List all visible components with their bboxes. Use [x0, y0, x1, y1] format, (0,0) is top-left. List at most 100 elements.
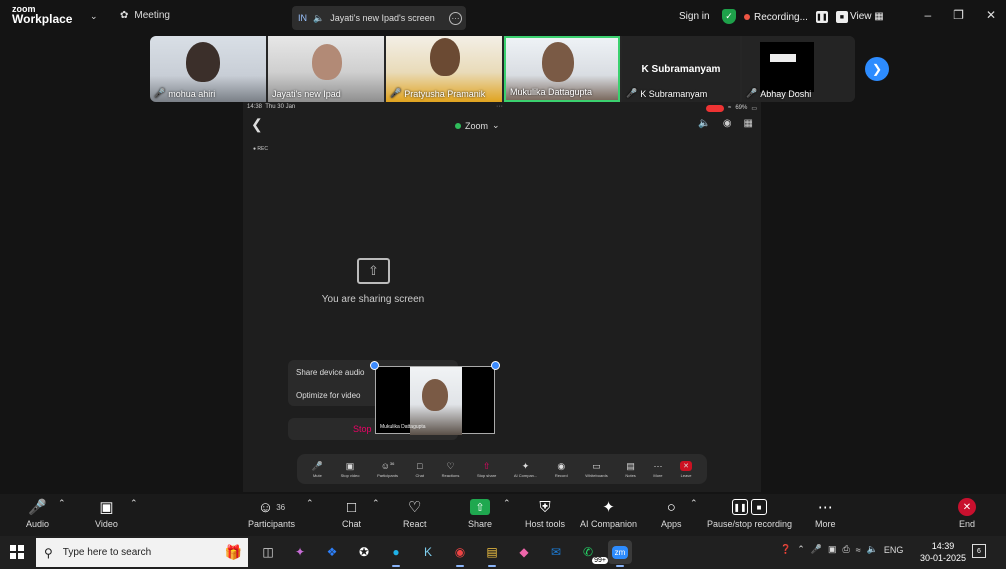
resize-handle[interactable]	[491, 361, 500, 370]
outlook-icon[interactable]: ✉	[544, 540, 568, 564]
zoom-status-label[interactable]: Zoom ⌄	[455, 120, 500, 131]
apps-options-chevron-icon[interactable]: ⌃	[690, 498, 698, 509]
notification-center-icon[interactable]: 6	[972, 544, 986, 558]
host-tools-button[interactable]: ⛨ Host tools	[525, 498, 565, 530]
mic-off-icon: 🎤	[746, 88, 758, 98]
participant-tile[interactable]: 🎤 mohua ahiri	[150, 36, 266, 102]
video-options-chevron-icon[interactable]: ⌃	[130, 498, 138, 509]
system-tray: ❓ ⌃ 🎤 ▣ ⎙ ≈ 🔈 ENG	[780, 544, 903, 555]
apps-button[interactable]: ○ Apps	[661, 498, 682, 530]
share-device-audio-option[interactable]: Share device audio	[296, 368, 365, 377]
windows-start-icon[interactable]	[10, 545, 24, 559]
ipad-meeting-toolbar: 🎤 Mute ▣ Stop video ☺36 Participants □ Chat …	[297, 454, 707, 484]
share-options-chevron-icon[interactable]: ⌃	[503, 498, 511, 509]
end-button[interactable]: ✕ End	[958, 498, 976, 529]
battery-level: 69%	[735, 105, 748, 111]
shared-screen: 14:38 Thu 30 Jan ≈ 69% ▭ ··· ❮ Zoom ⌄ 🔈 …	[243, 102, 761, 492]
speaker-icon: 🔈	[313, 12, 325, 23]
chevron-down-icon[interactable]: ⌄	[90, 11, 98, 22]
ipad-whiteboards-button[interactable]: ▭ Whiteboards	[585, 461, 607, 478]
participant-tile[interactable]: 🎤 Pratyusha Pramanik	[386, 36, 502, 102]
language-indicator[interactable]: ENG	[884, 545, 904, 555]
chat-options-chevron-icon[interactable]: ⌃	[372, 498, 380, 509]
chat-button[interactable]: □ Chat	[342, 498, 361, 530]
taskbar-search[interactable]: ⚲ 🎁	[36, 538, 248, 567]
audio-options-chevron-icon[interactable]: ⌃	[58, 498, 66, 509]
next-page-button[interactable]: ❯	[865, 57, 889, 81]
clock-time: 14:39	[931, 541, 955, 551]
chevron-up-icon[interactable]: ⌃	[797, 544, 805, 555]
ipad-stop-share-button[interactable]: ⇧ Stop share	[477, 461, 496, 478]
ai-companion-button[interactable]: ✦ AI Companion	[580, 498, 637, 529]
restore-icon[interactable]: ❐	[953, 8, 964, 22]
more-icon[interactable]: ···	[449, 11, 462, 25]
meet-now-icon[interactable]: ▣	[828, 544, 837, 555]
audio-button[interactable]: 🎤 Audio	[26, 498, 49, 529]
participant-tile[interactable]: Jayati's new Ipad	[268, 36, 384, 102]
printer-icon[interactable]: ⎙	[843, 544, 850, 555]
recording-indicator: Recording... ❚❚ ■	[744, 11, 848, 23]
ipad-ai-companion-button[interactable]: ✦ AI Compan...	[514, 461, 537, 478]
heart-icon: ♡	[446, 460, 455, 471]
optimize-video-option[interactable]: Optimize for video	[296, 391, 360, 400]
pause-stop-recording-button[interactable]: ❚❚ ■ Pause/stop recording	[707, 498, 792, 529]
stop-recording-icon[interactable]: ■	[835, 11, 848, 23]
sign-in-link[interactable]: Sign in	[679, 11, 710, 22]
participant-name: Mukulika Dattagupta	[510, 87, 593, 97]
shield-icon[interactable]: ✓	[722, 9, 736, 24]
ipad-chat-button[interactable]: □ Chat	[416, 461, 424, 478]
ipad-more-button[interactable]: ⋯ More	[653, 461, 662, 478]
view-button[interactable]: View ▦	[850, 11, 884, 22]
volume-icon[interactable]: 🔈	[867, 544, 878, 555]
camera-icon[interactable]: ◉	[723, 118, 732, 129]
ipad-participants-button[interactable]: ☺36 Participants	[377, 461, 398, 478]
pause-recording-icon[interactable]: ❚❚	[815, 11, 828, 23]
back-icon[interactable]: ❮	[251, 116, 263, 133]
speaker-icon[interactable]: 🔈	[698, 118, 710, 129]
more-button[interactable]: ⋯ More	[815, 498, 836, 529]
ipad-stop-video-button[interactable]: ▣ Stop video	[341, 461, 360, 478]
app-k-icon[interactable]: K	[416, 540, 440, 564]
wifi-icon[interactable]: ≈	[856, 545, 861, 555]
dropbox-icon[interactable]: ❖	[320, 540, 344, 564]
app-bolt-icon[interactable]: ✪	[352, 540, 376, 564]
ipad-reactions-button[interactable]: ♡ Reactions	[442, 461, 460, 478]
ipad-mute-button[interactable]: 🎤 Mute	[312, 461, 323, 478]
self-view-video[interactable]: Mukulika Dattagupta	[375, 366, 495, 435]
chrome-icon[interactable]: ◉	[448, 540, 472, 567]
mic-icon[interactable]: 🎤	[811, 544, 822, 555]
video-button[interactable]: ▣ Video	[95, 498, 118, 529]
edge-icon[interactable]: ●	[384, 540, 408, 567]
copilot-icon[interactable]: ✦	[288, 540, 312, 564]
meeting-toolbar: 🎤 Audio ⌃ ▣ Video ⌃ ☺ 36 Participants ⌃ □ Cha…	[0, 494, 1006, 536]
participant-tile[interactable]: K Subramanyam 🎤 K Subramanyam	[622, 36, 740, 102]
resize-handle[interactable]	[370, 361, 379, 370]
minimize-icon[interactable]: –	[924, 8, 931, 22]
ai-sparkle-icon: ✦	[602, 499, 615, 516]
brand-bottom: Workplace	[12, 12, 73, 26]
participants-button[interactable]: ☺ 36 Participants	[248, 498, 295, 530]
meeting-menu[interactable]: ✿ Meeting	[120, 10, 170, 21]
participants-options-chevron-icon[interactable]: ⌃	[306, 498, 314, 509]
close-icon[interactable]: ✕	[986, 8, 996, 22]
participant-tile[interactable]: 🎤 Abhay Doshi	[742, 36, 855, 102]
ipad-leave-button[interactable]: ✕ Leave	[680, 460, 693, 478]
ipad-multitask-dots[interactable]: ···	[496, 103, 503, 110]
react-button[interactable]: ♡ React	[403, 498, 427, 529]
share-button[interactable]: ⇧ Share	[468, 498, 492, 529]
screen-share-pill[interactable]: IN 🔈 Jayati's new Ipad's screen ···	[292, 6, 466, 30]
whatsapp-icon[interactable]: ✆ 99+	[576, 540, 608, 564]
grid-icon[interactable]: ▦	[744, 118, 753, 129]
participant-tile-active-speaker[interactable]: Mukulika Dattagupta	[504, 36, 620, 102]
file-explorer-icon[interactable]: ▤	[480, 540, 504, 567]
search-input[interactable]	[62, 547, 183, 558]
system-clock[interactable]: 14:39 30-01-2025	[920, 540, 966, 564]
ipad-notes-button[interactable]: ▤ Notes	[625, 461, 635, 478]
ipad-record-button[interactable]: ◉ Record	[555, 461, 568, 478]
zoom-app-icon[interactable]: zm	[608, 540, 632, 567]
help-icon[interactable]: ❓	[780, 544, 791, 555]
zoom-meeting-window: zoom Workplace ⌄ ✿ Meeting IN 🔈 Jayati's…	[0, 0, 1006, 569]
task-view-icon[interactable]: ◫	[256, 540, 280, 564]
window-controls: – ❐ ✕	[924, 8, 996, 22]
app-colorful-icon[interactable]: ◆	[512, 540, 536, 564]
